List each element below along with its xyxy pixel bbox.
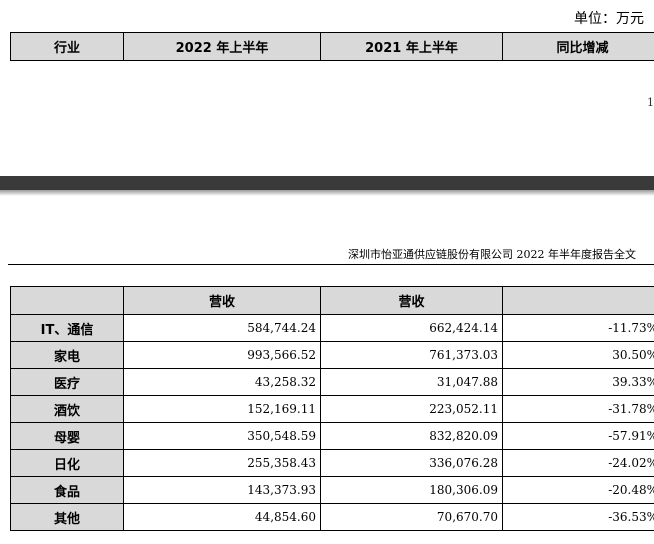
table-row: 其他 44,854.60 70,670.70 -36.53% (10, 503, 654, 531)
header-industry: 行业 (10, 32, 124, 61)
revenue-2021-cell: 832,820.09 (320, 422, 503, 450)
industry-cell: 日化 (10, 449, 124, 477)
revenue-2022-cell: 255,358.43 (123, 449, 321, 477)
yoy-cell: 39.33% (502, 368, 654, 396)
subheader-revenue-2022: 营收 (123, 286, 321, 315)
revenue-2022-cell: 43,258.32 (123, 368, 321, 396)
header-row: 行业 2022 年上半年 2021 年上半年 同比增减 (10, 32, 654, 61)
revenue-2022-cell: 44,854.60 (123, 503, 321, 531)
revenue-2021-cell: 223,052.11 (320, 395, 503, 423)
industry-revenue-table: 营收 营收 IT、通信 584,744.24 662,424.14 -11.73… (10, 286, 654, 531)
subheader-yoy (502, 286, 654, 315)
table-row: 母婴 350,548.59 832,820.09 -57.91% (10, 422, 654, 450)
industry-cell: 其他 (10, 503, 124, 531)
page-break-shadow (0, 190, 654, 196)
revenue-2021-cell: 336,076.28 (320, 449, 503, 477)
industry-cell: 酒饮 (10, 395, 124, 423)
revenue-2021-cell: 662,424.14 (320, 314, 503, 342)
table-row: 医疗 43,258.32 31,047.88 39.33% (10, 368, 654, 396)
industry-cell: 母婴 (10, 422, 124, 450)
yoy-cell: -31.78% (502, 395, 654, 423)
table-row: 家电 993,566.52 761,373.03 30.50% (10, 341, 654, 369)
industry-cell: 食品 (10, 476, 124, 504)
table-row: 日化 255,358.43 336,076.28 -24.02% (10, 449, 654, 477)
table-row: IT、通信 584,744.24 662,424.14 -11.73% (10, 314, 654, 342)
industry-header-table: 行业 2022 年上半年 2021 年上半年 同比增减 (10, 32, 654, 61)
yoy-cell: -20.48% (502, 476, 654, 504)
revenue-2022-cell: 584,744.24 (123, 314, 321, 342)
header-h1-2021: 2021 年上半年 (320, 32, 503, 61)
revenue-2022-cell: 152,169.11 (123, 395, 321, 423)
industry-cell: 家电 (10, 341, 124, 369)
page-break-divider (0, 176, 654, 190)
page-number: 12 (647, 96, 654, 109)
yoy-cell: 30.50% (502, 341, 654, 369)
header-yoy: 同比增减 (502, 32, 654, 61)
revenue-2022-cell: 143,373.93 (123, 476, 321, 504)
revenue-2022-cell: 993,566.52 (123, 341, 321, 369)
industry-cell: IT、通信 (10, 314, 124, 342)
revenue-2021-cell: 31,047.88 (320, 368, 503, 396)
subheader-revenue-2021: 营收 (320, 286, 503, 315)
header-rule (8, 264, 654, 265)
revenue-2022-cell: 350,548.59 (123, 422, 321, 450)
industry-cell: 医疗 (10, 368, 124, 396)
subheader-row: 营收 营收 (10, 286, 654, 315)
yoy-cell: -57.91% (502, 422, 654, 450)
yoy-cell: -11.73% (502, 314, 654, 342)
subheader-industry (10, 286, 124, 315)
header-h1-2022: 2022 年上半年 (123, 32, 321, 61)
revenue-2021-cell: 180,306.09 (320, 476, 503, 504)
table-row: 酒饮 152,169.11 223,052.11 -31.78% (10, 395, 654, 423)
unit-label: 单位：万元 (574, 11, 644, 27)
table-row: 食品 143,373.93 180,306.09 -20.48% (10, 476, 654, 504)
revenue-2021-cell: 70,670.70 (320, 503, 503, 531)
document-running-header: 深圳市怡亚通供应链股份有限公司 2022 年半年度报告全文 (348, 248, 636, 261)
yoy-cell: -24.02% (502, 449, 654, 477)
revenue-2021-cell: 761,373.03 (320, 341, 503, 369)
yoy-cell: -36.53% (502, 503, 654, 531)
